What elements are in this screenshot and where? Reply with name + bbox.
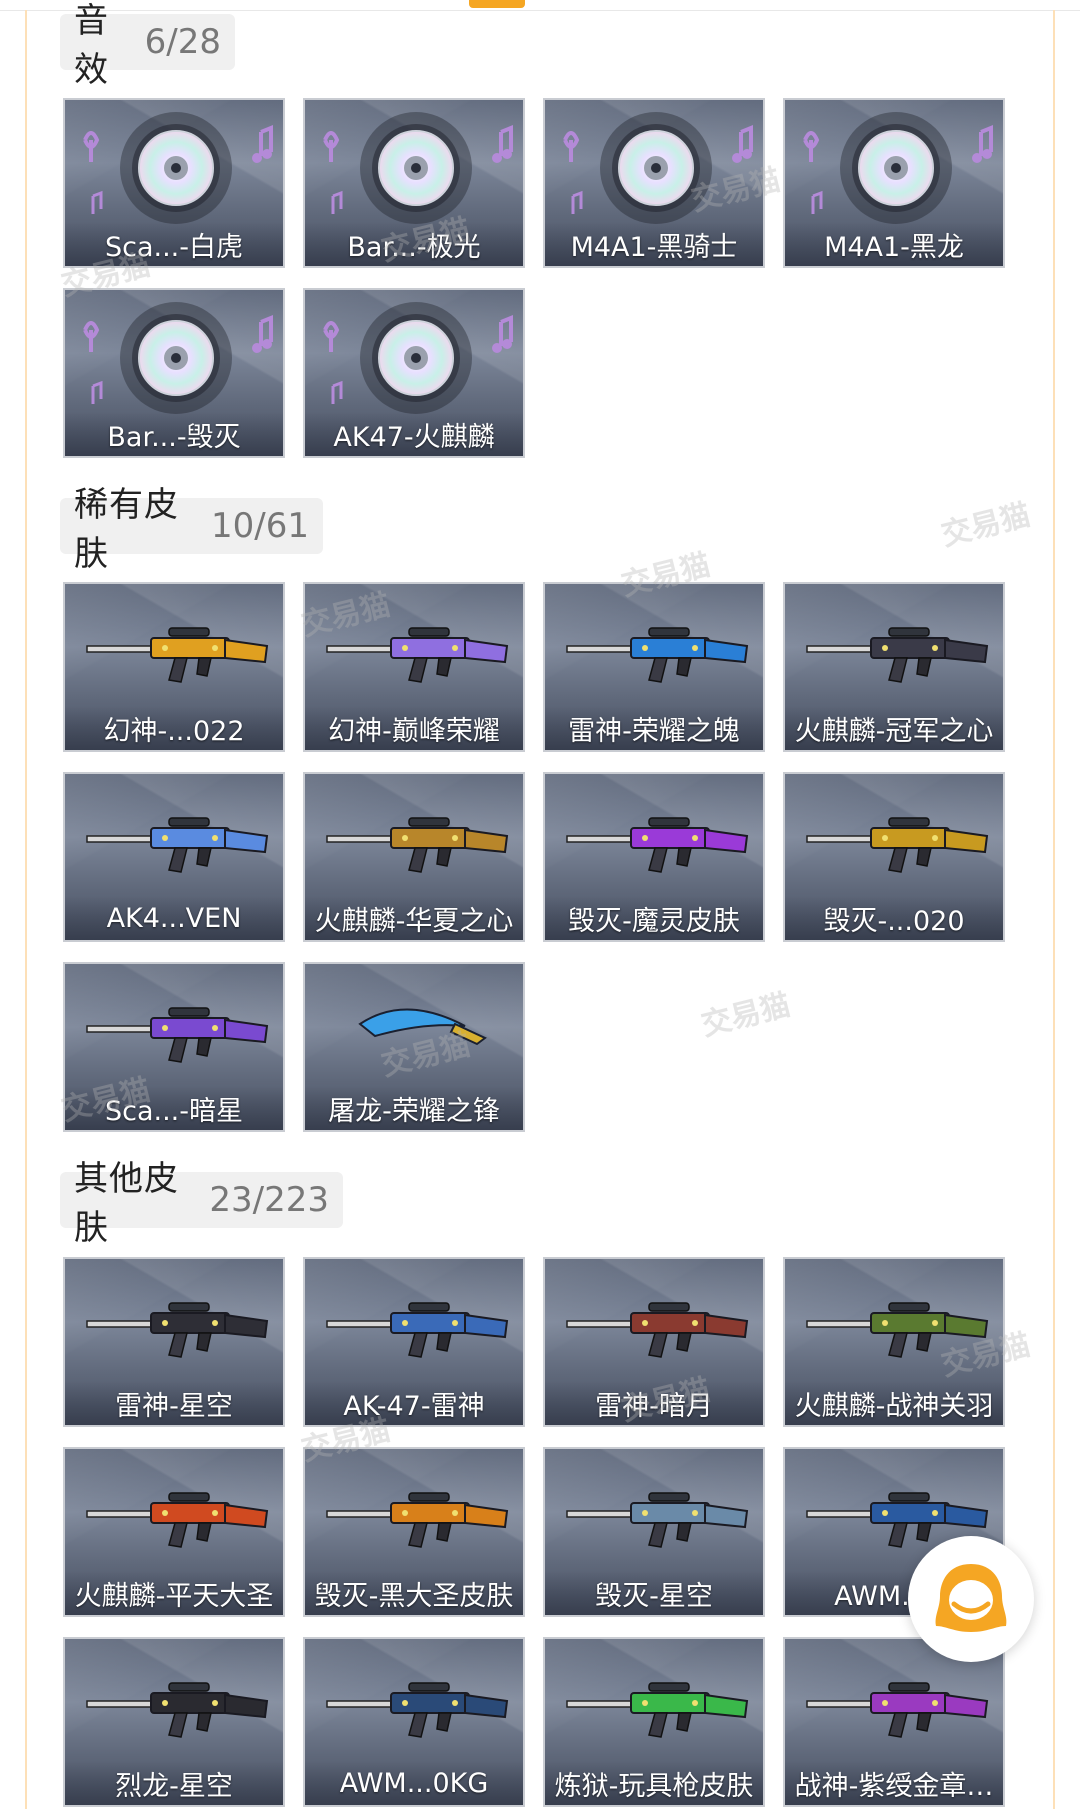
card-label: Sca...-白虎 [65, 222, 283, 266]
card-label: M4A1-黑龙 [785, 222, 1003, 266]
section-count: 10/61 [211, 506, 309, 546]
card-label: 幻神-...022 [65, 706, 283, 750]
skin-card[interactable]: 毁灭-黑大圣皮肤 [303, 1447, 525, 1617]
section-header-rare-skins: 稀有皮肤 10/61 [60, 485, 323, 574]
skin-card[interactable]: 炼狱-玩具枪皮肤 [543, 1637, 765, 1807]
chat-assistant-icon [935, 1564, 1007, 1632]
active-tab-indicator [469, 0, 525, 8]
section-title: 其他皮肤 [74, 1159, 179, 1248]
card-label: 幻神-巅峰荣耀 [305, 706, 523, 750]
skin-card[interactable]: AK4...VEN [63, 772, 285, 942]
card-label: 毁灭-魔灵皮肤 [545, 896, 763, 940]
card-label: 雷神-星空 [65, 1381, 283, 1425]
skin-card[interactable]: 雷神-暗月 [543, 1257, 765, 1427]
section-header-sound: 音效 6/28 [60, 1, 235, 90]
skin-card[interactable]: AK-47-雷神 [303, 1257, 525, 1427]
card-label: Bar...-毁灭 [65, 412, 283, 456]
sound-card[interactable]: Bar...-极光 [303, 98, 525, 268]
section-header-other-skins: 其他皮肤 23/223 [60, 1159, 343, 1248]
section-count: 6/28 [144, 22, 221, 62]
section-title: 稀有皮肤 [74, 485, 179, 574]
card-label: AWM...0KG [305, 1761, 523, 1805]
card-label: AK47-火麒麟 [305, 412, 523, 456]
card-label: 战神-紫绶金章… [785, 1761, 1003, 1805]
card-label: 火麒麟-平天大圣 [65, 1571, 283, 1615]
skin-card[interactable]: AWM...0KG [303, 1637, 525, 1807]
card-label: AK-47-雷神 [305, 1381, 523, 1425]
card-label: 火麒麟-战神关羽 [785, 1381, 1003, 1425]
card-label: Bar...-极光 [305, 222, 523, 266]
skin-card[interactable]: 屠龙-荣耀之锋 [303, 962, 525, 1132]
card-label: 雷神-暗月 [545, 1381, 763, 1425]
sound-card[interactable]: M4A1-黑龙 [783, 98, 1005, 268]
card-label: 火麒麟-华夏之心 [305, 896, 523, 940]
card-label: 烈龙-星空 [65, 1761, 283, 1805]
skin-card[interactable]: 毁灭-星空 [543, 1447, 765, 1617]
skin-card[interactable]: 战神-紫绶金章… [783, 1637, 1005, 1807]
card-label: AK4...VEN [65, 896, 283, 940]
card-label: 屠龙-荣耀之锋 [305, 1086, 523, 1130]
sound-card[interactable]: Sca...-白虎 [63, 98, 285, 268]
card-label: 火麒麟-冠军之心 [785, 706, 1003, 750]
skin-card[interactable]: 幻神-...022 [63, 582, 285, 752]
skin-card[interactable]: Sca...-暗星 [63, 962, 285, 1132]
skin-card[interactable]: 烈龙-星空 [63, 1637, 285, 1807]
skin-card[interactable]: 火麒麟-战神关羽 [783, 1257, 1005, 1427]
card-label: 毁灭-黑大圣皮肤 [305, 1571, 523, 1615]
section-title: 音效 [74, 1, 109, 90]
assistant-float-button[interactable] [908, 1536, 1034, 1662]
sound-card[interactable]: AK47-火麒麟 [303, 288, 525, 458]
section-count: 23/223 [209, 1180, 329, 1220]
sound-card[interactable]: Bar...-毁灭 [63, 288, 285, 458]
skin-card[interactable]: 雷神-星空 [63, 1257, 285, 1427]
skin-card[interactable]: 毁灭-魔灵皮肤 [543, 772, 765, 942]
skin-card[interactable]: 火麒麟-平天大圣 [63, 1447, 285, 1617]
card-label: 毁灭-星空 [545, 1571, 763, 1615]
card-label: Sca...-暗星 [65, 1086, 283, 1130]
sound-card[interactable]: M4A1-黑骑士 [543, 98, 765, 268]
skin-card[interactable]: 火麒麟-冠军之心 [783, 582, 1005, 752]
card-label: 毁灭-...020 [785, 896, 1003, 940]
skin-card[interactable]: 雷神-荣耀之魄 [543, 582, 765, 752]
skin-card[interactable]: 幻神-巅峰荣耀 [303, 582, 525, 752]
card-label: M4A1-黑骑士 [545, 222, 763, 266]
skin-card[interactable]: 毁灭-...020 [783, 772, 1005, 942]
card-label: 炼狱-玩具枪皮肤 [545, 1761, 763, 1805]
skin-card[interactable]: 火麒麟-华夏之心 [303, 772, 525, 942]
card-label: 雷神-荣耀之魄 [545, 706, 763, 750]
